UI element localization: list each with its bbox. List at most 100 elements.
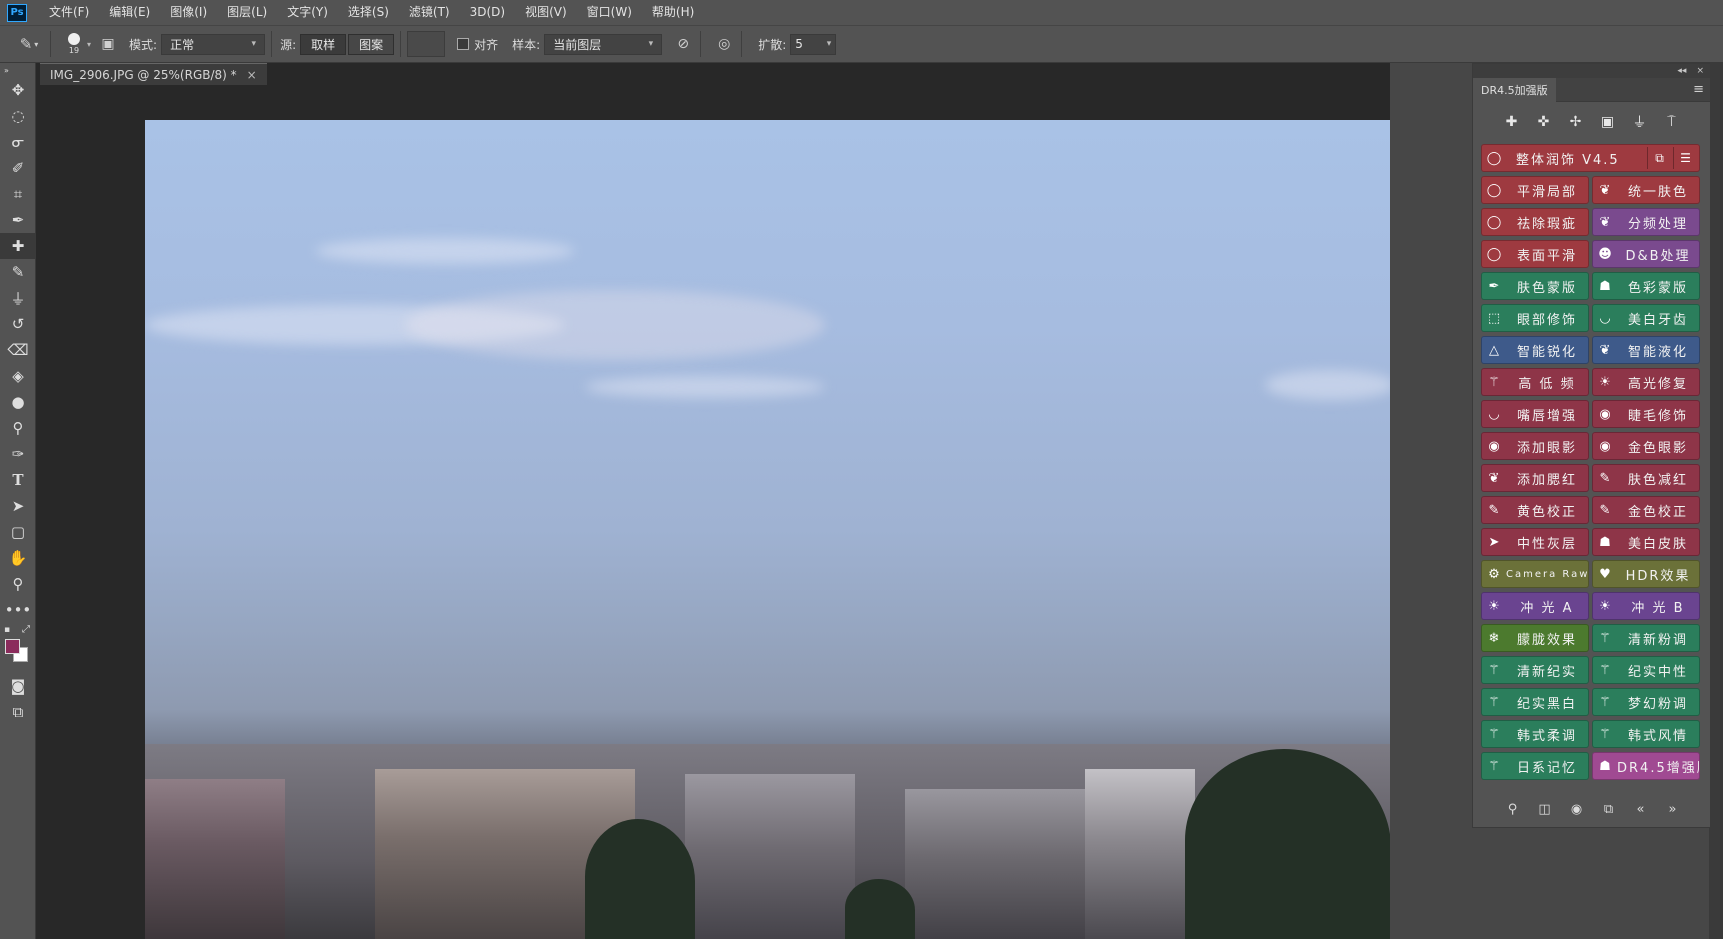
preview-eye-icon[interactable]: ◉ [1561, 796, 1593, 822]
menu-edit[interactable]: 编辑(E) [99, 0, 160, 25]
menu-filter[interactable]: 滤镜(T) [399, 0, 460, 25]
eyedropper-tool-icon[interactable]: ✒ [0, 207, 36, 233]
path-selection-tool-icon[interactable]: ➤ [0, 493, 36, 519]
sliders-icon[interactable]: ☰ [1673, 147, 1697, 169]
brush-picker-caret-icon[interactable]: ▾ [87, 40, 91, 49]
action-button[interactable]: ❦ 添加腮红 [1481, 464, 1589, 492]
elliptical-marquee-tool-icon[interactable]: ◌ [0, 103, 36, 129]
pressure-opacity-icon[interactable]: ◎ [713, 33, 735, 55]
quick-selection-tool-icon[interactable]: ✐ [0, 155, 36, 181]
close-panel-icon[interactable]: × [1696, 66, 1704, 76]
action-button[interactable]: ☀ 冲 光 B [1592, 592, 1700, 620]
action-button[interactable]: ❦ 统一肤色 [1592, 176, 1700, 204]
action-button[interactable]: ◡ 美白牙齿 [1592, 304, 1700, 332]
align-checkbox[interactable] [457, 38, 470, 50]
patch-tool-icon[interactable]: ✢ [1560, 109, 1592, 135]
eraser-tool-icon[interactable]: ⌫ [0, 337, 36, 363]
marquee-icon[interactable]: ▣ [1592, 109, 1624, 135]
healing-brush-tool-icon[interactable]: ✚ [0, 233, 36, 259]
action-button[interactable]: ⬚ 眼部修饰 [1481, 304, 1589, 332]
panel-menu-icon[interactable]: ≡ [1693, 82, 1704, 97]
blur-tool-icon[interactable]: ● [0, 389, 36, 415]
action-button[interactable]: ⚚ 清新粉调 [1592, 624, 1700, 652]
action-button[interactable]: ⚙ Camera Raw [1481, 560, 1589, 588]
quick-mask-icon[interactable]: ◙ [0, 673, 36, 699]
dodge-tool-icon[interactable]: ⚲ [0, 415, 36, 441]
default-colors-icon[interactable]: ▪ [4, 625, 10, 635]
type-tool-icon[interactable]: T [0, 467, 36, 493]
image-canvas[interactable] [145, 120, 1391, 939]
clone-stamp-icon[interactable]: ⏚ [1624, 109, 1656, 135]
foreground-color-swatch[interactable] [5, 639, 20, 654]
action-button[interactable]: ◉ 金色眼影 [1592, 432, 1700, 460]
pen-tool-icon[interactable]: ✑ [0, 441, 36, 467]
zoom-tool-icon[interactable]: ⚲ [0, 571, 36, 597]
action-button[interactable]: ☻ D&B处理 [1592, 240, 1700, 268]
action-button[interactable]: ☗ DR4.5增强版 [1592, 752, 1700, 780]
rectangle-tool-icon[interactable]: ▢ [0, 519, 36, 545]
menu-image[interactable]: 图像(I) [160, 0, 217, 25]
action-button[interactable]: ➤ 中性灰层 [1481, 528, 1589, 556]
action-button[interactable]: ⚚ 日系记忆 [1481, 752, 1589, 780]
layers-icon[interactable]: ⧉ [1647, 147, 1671, 169]
action-button[interactable]: ⚚ 纪实黑白 [1481, 688, 1589, 716]
menu-view[interactable]: 视图(V) [515, 0, 577, 25]
menu-type[interactable]: 文字(Y) [277, 0, 338, 25]
move-tool-icon[interactable]: ✥ [0, 77, 36, 103]
menu-3d[interactable]: 3D(D) [460, 0, 515, 25]
action-button[interactable]: ❄ 朦胧效果 [1481, 624, 1589, 652]
history-brush-tool-icon[interactable]: ↺ [0, 311, 36, 337]
action-button[interactable]: ⚚ 韩式风情 [1592, 720, 1700, 748]
pattern-stamp-icon[interactable]: ⍑ [1656, 109, 1688, 135]
hand-tool-icon[interactable]: ✋ [0, 545, 36, 571]
source-sampled-button[interactable]: 取样 [300, 33, 347, 55]
menu-window[interactable]: 窗口(W) [577, 0, 642, 25]
next-page-icon[interactable]: » [1657, 796, 1689, 822]
action-button[interactable]: ☀ 高光修复 [1592, 368, 1700, 396]
pattern-picker[interactable] [407, 31, 446, 57]
action-button[interactable]: ♥ HDR效果 [1592, 560, 1700, 588]
action-button[interactable]: ⚚ 纪实中性 [1592, 656, 1700, 684]
action-button[interactable]: ⚚ 梦幻粉调 [1592, 688, 1700, 716]
split-view-icon[interactable]: ◫ [1529, 796, 1561, 822]
brush-size-picker[interactable]: 19 [63, 33, 85, 55]
panel-tab-dr45[interactable]: DR4.5加强版 [1473, 77, 1556, 102]
spot-healing-icon[interactable]: ✚ [1496, 109, 1528, 135]
source-pattern-button[interactable]: 图案 [348, 33, 395, 55]
edit-toolbar-icon[interactable]: ••• [0, 597, 36, 623]
action-button[interactable]: △ 智能锐化 [1481, 336, 1589, 364]
sample-select[interactable]: 当前图层 ▾ [544, 33, 663, 55]
action-button[interactable]: ◉ 添加眼影 [1481, 432, 1589, 460]
action-button[interactable]: ✎ 肤色减红 [1592, 464, 1700, 492]
action-button[interactable]: ◯ 平滑局部 [1481, 176, 1589, 204]
crop-tool-icon[interactable]: ⌗ [0, 181, 36, 207]
action-button[interactable]: ✒ 肤色蒙版 [1481, 272, 1589, 300]
clone-stamp-tool-icon[interactable]: ⏚ [0, 285, 36, 311]
action-button[interactable]: ❦ 智能液化 [1592, 336, 1700, 364]
menu-select[interactable]: 选择(S) [338, 0, 399, 25]
action-button[interactable]: ☀ 冲 光 A [1481, 592, 1589, 620]
healing-brush-icon[interactable]: ✜ [1528, 109, 1560, 135]
menu-file[interactable]: 文件(F) [39, 0, 99, 25]
collapse-panel-icon[interactable]: ◂◂ [1677, 66, 1686, 76]
healing-brush-preset-icon[interactable]: ✎ ▾ [14, 33, 44, 55]
action-button[interactable]: ☗ 美白皮肤 [1592, 528, 1700, 556]
lasso-tool-icon[interactable]: ᓂ [0, 129, 36, 155]
action-button[interactable]: ◡ 嘴唇增强 [1481, 400, 1589, 428]
swap-colors-icon[interactable]: ⤢ [22, 624, 30, 635]
pressure-size-icon[interactable]: ▣ [97, 33, 119, 55]
action-button[interactable]: ⚚ 韩式柔调 [1481, 720, 1589, 748]
action-button[interactable]: ✎ 黄色校正 [1481, 496, 1589, 524]
diffusion-select[interactable]: 5 ▾ [790, 33, 837, 55]
action-button[interactable]: ◯ 祛除瑕疵 [1481, 208, 1589, 236]
document-tab[interactable]: IMG_2906.JPG @ 25%(RGB/8) * × [40, 63, 267, 85]
search-icon[interactable]: ⚲ [1497, 796, 1529, 822]
brush-tool-icon[interactable]: ✎ [0, 259, 36, 285]
action-button[interactable]: ✎ 金色校正 [1592, 496, 1700, 524]
overall-retouch-button[interactable]: ◯ 整体润饰 V4.5 ⧉ ☰ [1481, 144, 1700, 172]
action-button[interactable]: ◉ 睫毛修饰 [1592, 400, 1700, 428]
action-button[interactable]: ⚚ 清新纪实 [1481, 656, 1589, 684]
action-button[interactable]: ☗ 色彩蒙版 [1592, 272, 1700, 300]
mode-select[interactable]: 正常 ▾ [161, 33, 266, 55]
action-button[interactable]: ⚚ 高 低 频 [1481, 368, 1589, 396]
